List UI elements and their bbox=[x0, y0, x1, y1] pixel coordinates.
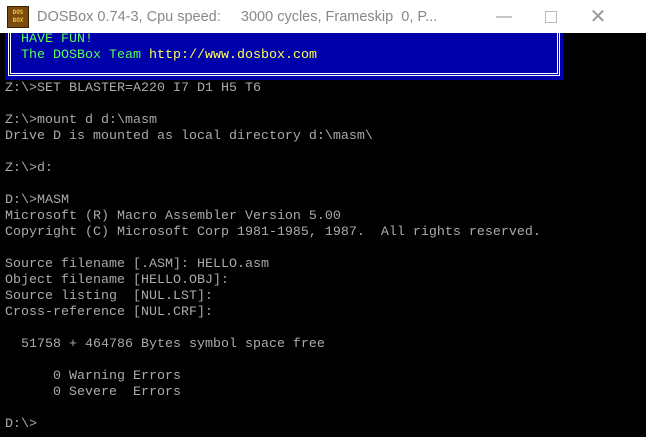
dosbox-app-icon[interactable]: DOS BOX bbox=[7, 5, 29, 28]
terminal-line: Z:\>d: bbox=[5, 161, 53, 176]
dos-screen[interactable]: HAVE FUN! The DOSBox Team http://www.dos… bbox=[0, 29, 646, 437]
banner-line-have-fun: HAVE FUN! bbox=[21, 32, 93, 47]
terminal-line: 51758 + 464786 Bytes symbol space free bbox=[5, 337, 325, 352]
close-icon: ✕ bbox=[589, 6, 607, 28]
terminal-line: Drive D is mounted as local directory d:… bbox=[5, 129, 373, 144]
terminal-line: Object filename [HELLO.OBJ]: bbox=[5, 273, 229, 288]
terminal-line: Source filename [.ASM]: HELLO.asm bbox=[5, 257, 269, 272]
terminal-line: D:\> bbox=[5, 417, 37, 432]
banner-url: http://www.dosbox.com bbox=[148, 48, 317, 63]
maximize-icon bbox=[545, 10, 557, 23]
terminal-line: 0 Warning Errors bbox=[5, 369, 181, 384]
terminal-line: Copyright (C) Microsoft Corp 1981-1985, … bbox=[5, 225, 541, 240]
icon-text-bottom: BOX bbox=[12, 16, 24, 24]
icon-text-top: DOS bbox=[12, 8, 24, 16]
close-button[interactable]: ✕ bbox=[575, 0, 621, 33]
terminal-line: D:\>MASM bbox=[5, 193, 69, 208]
minimize-icon: — bbox=[496, 7, 512, 25]
terminal-line: Cross-reference [NUL.CRF]: bbox=[5, 305, 213, 320]
window-title: DOSBox 0.74-3, Cpu speed: 3000 cycles, F… bbox=[37, 8, 438, 25]
banner-line-team: The DOSBox Team http://www.dosbox.com bbox=[21, 48, 317, 64]
terminal-line: Z:\>mount d d:\masm bbox=[5, 113, 157, 128]
terminal-line: Z:\>SET BLASTER=A220 I7 D1 H5 T6 bbox=[5, 81, 261, 96]
banner-team-text: The DOSBox Team bbox=[21, 48, 149, 63]
terminal[interactable]: HAVE FUN! The DOSBox Team http://www.dos… bbox=[0, 29, 563, 437]
terminal-line: Microsoft (R) Macro Assembler Version 5.… bbox=[5, 209, 341, 224]
terminal-line: 0 Severe Errors bbox=[5, 385, 181, 400]
terminal-line: Source listing [NUL.LST]: bbox=[5, 289, 213, 304]
